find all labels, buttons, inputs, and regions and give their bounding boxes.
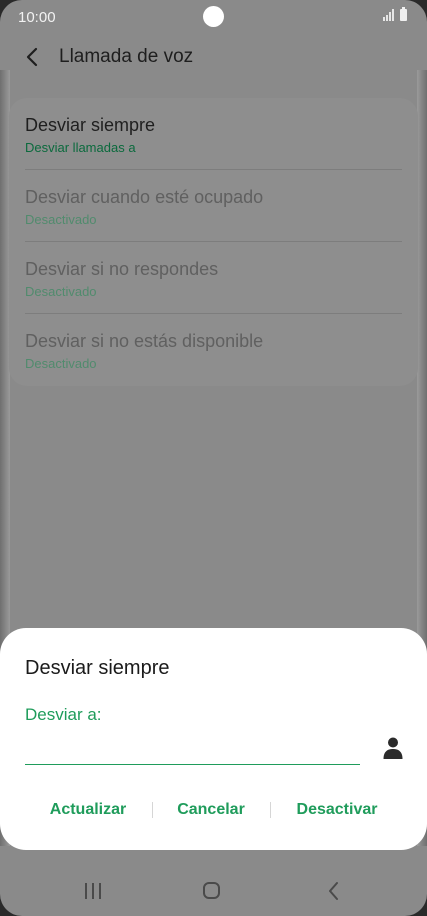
forward-options-list: Desviar siempre Desviar llamadas a Desvi… [9, 98, 418, 386]
option-status: Desactivado [25, 356, 97, 371]
option-label: Desviar si no estás disponible [25, 331, 264, 351]
option-status: Desactivado [25, 284, 97, 299]
status-bar: 10:00 [0, 0, 427, 34]
battery-icon [400, 7, 407, 21]
dialog-title: Desviar siempre [25, 657, 170, 679]
option-no-responde[interactable]: Desviar si no respondes Desactivado [25, 242, 402, 314]
page-title: Llamada de voz [59, 46, 194, 67]
cancel-button[interactable]: Cancelar [146, 793, 276, 827]
recents-icon[interactable] [85, 883, 103, 899]
forward-number-input[interactable] [25, 732, 360, 765]
phone-screen: 10:00 Llamada de voz Desviar siempre Des… [0, 0, 427, 916]
deactivate-button[interactable]: Desactivar [270, 793, 404, 827]
status-icons [383, 7, 407, 21]
option-no-disponible[interactable]: Desviar si no estás disponible Desactiva… [25, 314, 402, 386]
dialog-buttons: Actualizar Cancelar Desactivar [0, 793, 427, 827]
back-arrow-icon[interactable] [22, 46, 44, 68]
forward-dialog: Desviar siempre Desviar a: Actualizar Ca… [0, 628, 427, 850]
front-camera [203, 6, 224, 27]
app-bar: Llamada de voz [0, 36, 427, 78]
field-label: Desviar a: [25, 705, 102, 724]
option-ocupado[interactable]: Desviar cuando esté ocupado Desactivado [25, 170, 402, 242]
navigation-bar [0, 866, 427, 916]
option-label: Desviar siempre [25, 115, 156, 135]
status-time: 10:00 [18, 9, 56, 26]
option-status: Desviar llamadas a [25, 140, 136, 155]
option-label: Desviar cuando esté ocupado [25, 187, 264, 207]
contact-person-icon[interactable] [382, 736, 404, 760]
option-label: Desviar si no respondes [25, 259, 219, 279]
signal-icon [383, 9, 394, 21]
option-status: Desactivado [25, 212, 97, 227]
home-icon[interactable] [203, 882, 220, 899]
update-button[interactable]: Actualizar [20, 793, 156, 827]
nav-back-icon[interactable] [324, 881, 344, 901]
option-desviar-siempre[interactable]: Desviar siempre Desviar llamadas a [25, 98, 402, 170]
